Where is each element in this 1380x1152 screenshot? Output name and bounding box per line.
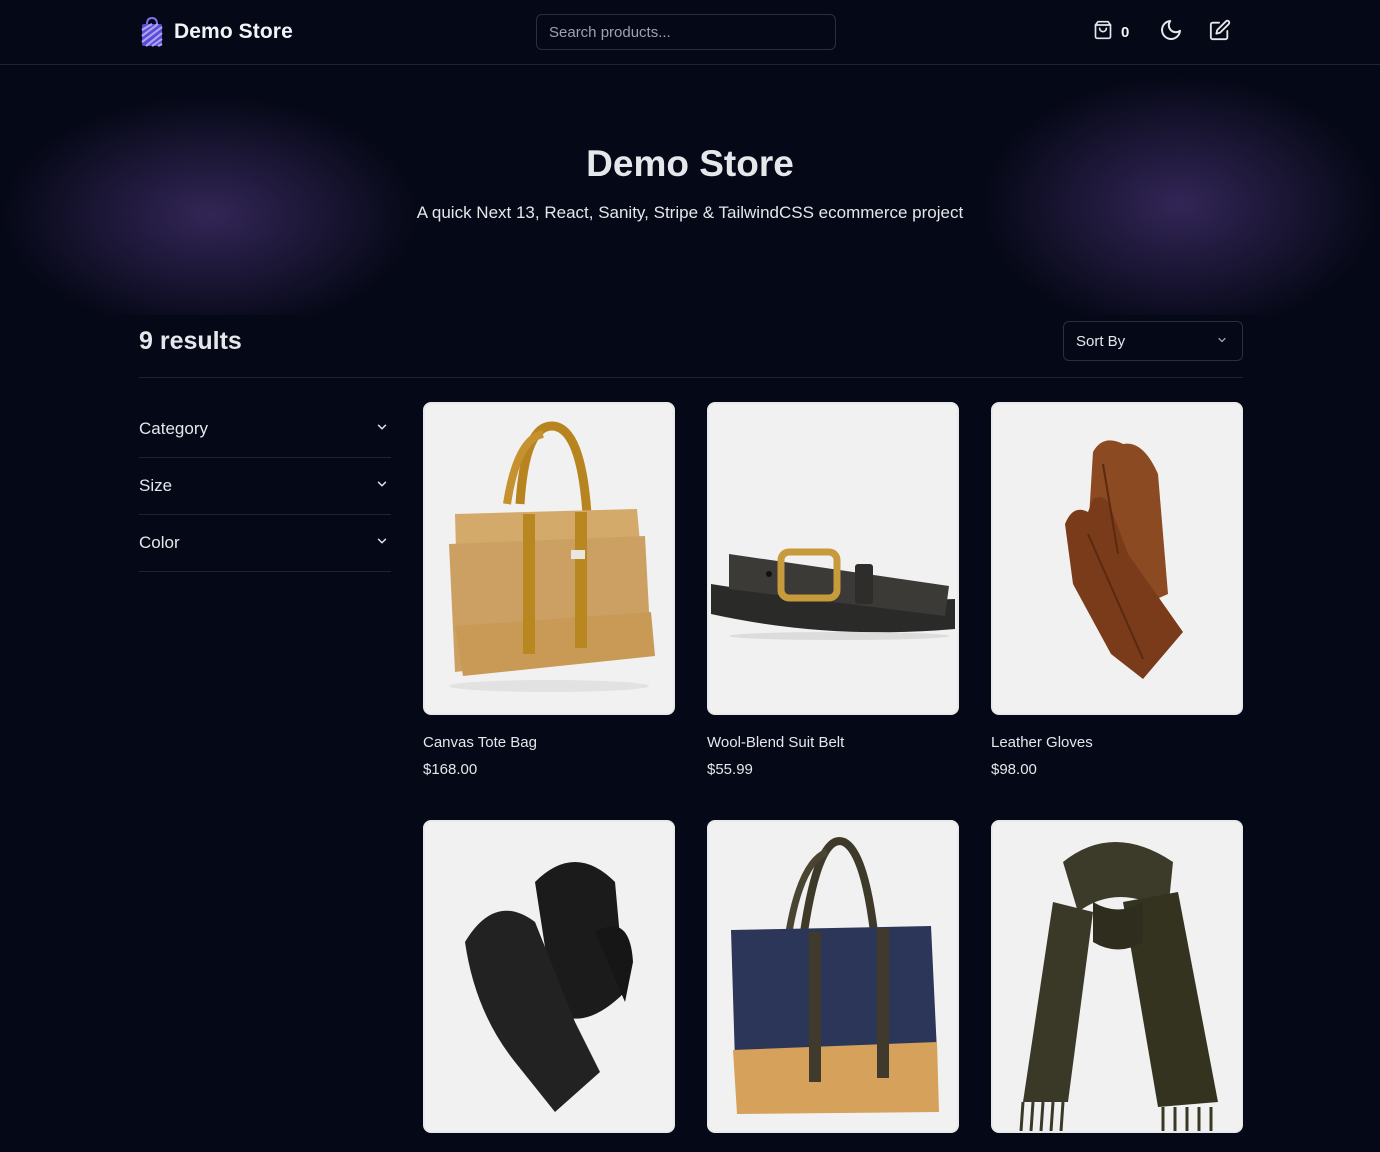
product-price: $55.99	[707, 761, 753, 778]
shopping-bag-icon	[140, 16, 164, 47]
results-count: 9 results	[139, 327, 242, 355]
hero-banner: Demo Store A quick Next 13, React, Sanit…	[0, 65, 1380, 315]
filter-color[interactable]: Color	[139, 515, 391, 572]
filter-label: Size	[139, 476, 173, 495]
product-price: $98.00	[991, 761, 1037, 778]
edit-icon	[1209, 19, 1231, 46]
product-image-mittens	[423, 820, 675, 1133]
product-name: Wool-Blend Suit Belt	[707, 734, 845, 751]
results-divider	[139, 377, 1243, 378]
moon-icon	[1159, 18, 1183, 47]
theme-toggle-button[interactable]	[1159, 18, 1183, 47]
hero-title: Demo Store	[586, 143, 794, 184]
product-card[interactable]	[991, 820, 1243, 1152]
brand-name: Demo Store	[174, 20, 293, 43]
chevron-down-icon	[375, 476, 389, 496]
filter-size[interactable]: Size	[139, 458, 391, 515]
product-card[interactable]: Wool-Blend Suit Belt $55.99	[707, 402, 959, 778]
product-card[interactable]	[423, 820, 675, 1152]
cart-button[interactable]: 0	[1093, 20, 1129, 44]
studio-edit-button[interactable]	[1209, 19, 1231, 46]
chevron-down-icon	[1216, 333, 1228, 350]
product-price: $168.00	[423, 761, 478, 778]
product-image-scarf	[991, 820, 1243, 1133]
product-card[interactable]	[707, 820, 959, 1152]
hero-subtitle: A quick Next 13, React, Sanity, Stripe &…	[416, 203, 964, 222]
product-name: Leather Gloves	[991, 734, 1093, 751]
product-image-tote-bag	[423, 402, 675, 715]
cart-icon	[1093, 20, 1113, 45]
product-card[interactable]: Canvas Tote Bag $168.00	[423, 402, 675, 778]
product-image-gloves	[991, 402, 1243, 715]
sort-select[interactable]: Sort By	[1063, 321, 1243, 361]
product-card[interactable]: Leather Gloves $98.00	[991, 402, 1243, 778]
product-image-navy-tote	[707, 820, 959, 1133]
filter-label: Category	[139, 419, 208, 438]
chevron-down-icon	[375, 533, 389, 553]
filter-label: Color	[139, 533, 180, 552]
chevron-down-icon	[375, 419, 389, 439]
search-input[interactable]	[536, 14, 836, 50]
product-image-belt	[707, 402, 959, 715]
product-name: Canvas Tote Bag	[423, 734, 537, 751]
site-header: Demo Store 0	[0, 0, 1380, 65]
filter-category[interactable]: Category	[139, 401, 391, 458]
sort-label: Sort By	[1076, 332, 1126, 350]
brand-link[interactable]: Demo Store	[140, 16, 293, 47]
cart-count: 0	[1121, 23, 1130, 41]
